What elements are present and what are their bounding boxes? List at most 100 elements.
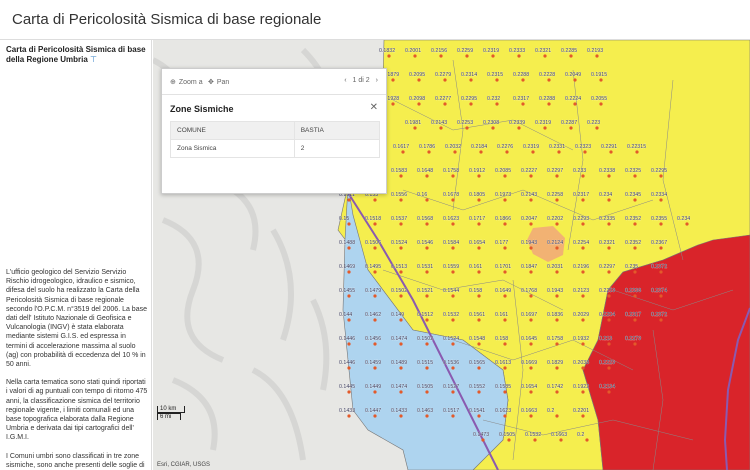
- acceleration-point[interactable]: [425, 318, 429, 322]
- acceleration-point[interactable]: [465, 54, 469, 58]
- acceleration-point[interactable]: [555, 414, 559, 418]
- acceleration-point[interactable]: [607, 318, 611, 322]
- acceleration-point[interactable]: [529, 246, 533, 250]
- acceleration-point[interactable]: [505, 150, 509, 154]
- acceleration-point[interactable]: [581, 246, 585, 250]
- acceleration-point[interactable]: [609, 150, 613, 154]
- acceleration-point[interactable]: [417, 78, 421, 82]
- acceleration-point[interactable]: [399, 294, 403, 298]
- acceleration-point[interactable]: [373, 294, 377, 298]
- acceleration-point[interactable]: [517, 54, 521, 58]
- acceleration-point[interactable]: [659, 174, 663, 178]
- acceleration-point[interactable]: [503, 270, 507, 274]
- acceleration-point[interactable]: [495, 102, 499, 106]
- acceleration-point[interactable]: [425, 342, 429, 346]
- acceleration-point[interactable]: [451, 390, 455, 394]
- acceleration-point[interactable]: [413, 126, 417, 130]
- acceleration-point[interactable]: [373, 366, 377, 370]
- acceleration-point[interactable]: [347, 270, 351, 274]
- acceleration-point[interactable]: [399, 318, 403, 322]
- acceleration-point[interactable]: [373, 270, 377, 274]
- acceleration-point[interactable]: [453, 150, 457, 154]
- acceleration-point[interactable]: [443, 102, 447, 106]
- acceleration-point[interactable]: [451, 270, 455, 274]
- acceleration-point[interactable]: [451, 414, 455, 418]
- acceleration-point[interactable]: [347, 222, 351, 226]
- acceleration-point[interactable]: [399, 414, 403, 418]
- acceleration-point[interactable]: [373, 342, 377, 346]
- acceleration-point[interactable]: [477, 270, 481, 274]
- acceleration-point[interactable]: [347, 246, 351, 250]
- acceleration-point[interactable]: [555, 174, 559, 178]
- acceleration-point[interactable]: [413, 54, 417, 58]
- acceleration-point[interactable]: [451, 366, 455, 370]
- acceleration-point[interactable]: [543, 54, 547, 58]
- acceleration-point[interactable]: [451, 318, 455, 322]
- acceleration-point[interactable]: [443, 78, 447, 82]
- acceleration-point[interactable]: [607, 246, 611, 250]
- acceleration-point[interactable]: [399, 270, 403, 274]
- acceleration-point[interactable]: [477, 390, 481, 394]
- pin-icon[interactable]: ⊤: [90, 55, 97, 64]
- acceleration-point[interactable]: [555, 270, 559, 274]
- acceleration-point[interactable]: [425, 174, 429, 178]
- acceleration-point[interactable]: [607, 390, 611, 394]
- acceleration-point[interactable]: [451, 198, 455, 202]
- acceleration-point[interactable]: [581, 414, 585, 418]
- acceleration-point[interactable]: [503, 318, 507, 322]
- acceleration-point[interactable]: [583, 150, 587, 154]
- acceleration-point[interactable]: [477, 318, 481, 322]
- acceleration-point[interactable]: [373, 414, 377, 418]
- acceleration-point[interactable]: [469, 102, 473, 106]
- acceleration-point[interactable]: [529, 222, 533, 226]
- acceleration-point[interactable]: [425, 294, 429, 298]
- acceleration-point[interactable]: [547, 78, 551, 82]
- acceleration-point[interactable]: [633, 342, 637, 346]
- close-icon[interactable]: ✕: [370, 102, 378, 113]
- acceleration-point[interactable]: [503, 390, 507, 394]
- acceleration-point[interactable]: [391, 102, 395, 106]
- pan-button[interactable]: ✥ Pan: [208, 78, 229, 87]
- acceleration-point[interactable]: [517, 126, 521, 130]
- acceleration-point[interactable]: [347, 318, 351, 322]
- acceleration-point[interactable]: [465, 126, 469, 130]
- acceleration-point[interactable]: [581, 318, 585, 322]
- acceleration-point[interactable]: [633, 174, 637, 178]
- acceleration-point[interactable]: [451, 294, 455, 298]
- acceleration-point[interactable]: [607, 342, 611, 346]
- acceleration-point[interactable]: [581, 366, 585, 370]
- map-view[interactable]: 0.1832 0.2001 0.2156 0.2259 0.2319 0.2333 0.23…: [153, 40, 750, 470]
- acceleration-point[interactable]: [599, 78, 603, 82]
- acceleration-point[interactable]: [347, 294, 351, 298]
- acceleration-point[interactable]: [425, 222, 429, 226]
- acceleration-point[interactable]: [373, 198, 377, 202]
- acceleration-point[interactable]: [659, 198, 663, 202]
- acceleration-point[interactable]: [477, 246, 481, 250]
- previous-icon[interactable]: ‹: [344, 77, 346, 84]
- acceleration-point[interactable]: [529, 174, 533, 178]
- acceleration-point[interactable]: [503, 246, 507, 250]
- acceleration-point[interactable]: [479, 150, 483, 154]
- acceleration-point[interactable]: [503, 174, 507, 178]
- acceleration-point[interactable]: [373, 222, 377, 226]
- acceleration-point[interactable]: [633, 270, 637, 274]
- acceleration-point[interactable]: [633, 222, 637, 226]
- acceleration-point[interactable]: [425, 198, 429, 202]
- acceleration-point[interactable]: [607, 198, 611, 202]
- acceleration-point[interactable]: [555, 366, 559, 370]
- acceleration-point[interactable]: [399, 246, 403, 250]
- acceleration-point[interactable]: [477, 198, 481, 202]
- acceleration-point[interactable]: [659, 294, 663, 298]
- acceleration-point[interactable]: [573, 102, 577, 106]
- acceleration-point[interactable]: [555, 390, 559, 394]
- acceleration-point[interactable]: [581, 222, 585, 226]
- acceleration-point[interactable]: [507, 438, 511, 442]
- acceleration-point[interactable]: [569, 126, 573, 130]
- acceleration-point[interactable]: [581, 390, 585, 394]
- acceleration-point[interactable]: [451, 342, 455, 346]
- acceleration-point[interactable]: [585, 438, 589, 442]
- acceleration-point[interactable]: [439, 126, 443, 130]
- acceleration-point[interactable]: [347, 342, 351, 346]
- acceleration-point[interactable]: [599, 102, 603, 106]
- acceleration-point[interactable]: [391, 78, 395, 82]
